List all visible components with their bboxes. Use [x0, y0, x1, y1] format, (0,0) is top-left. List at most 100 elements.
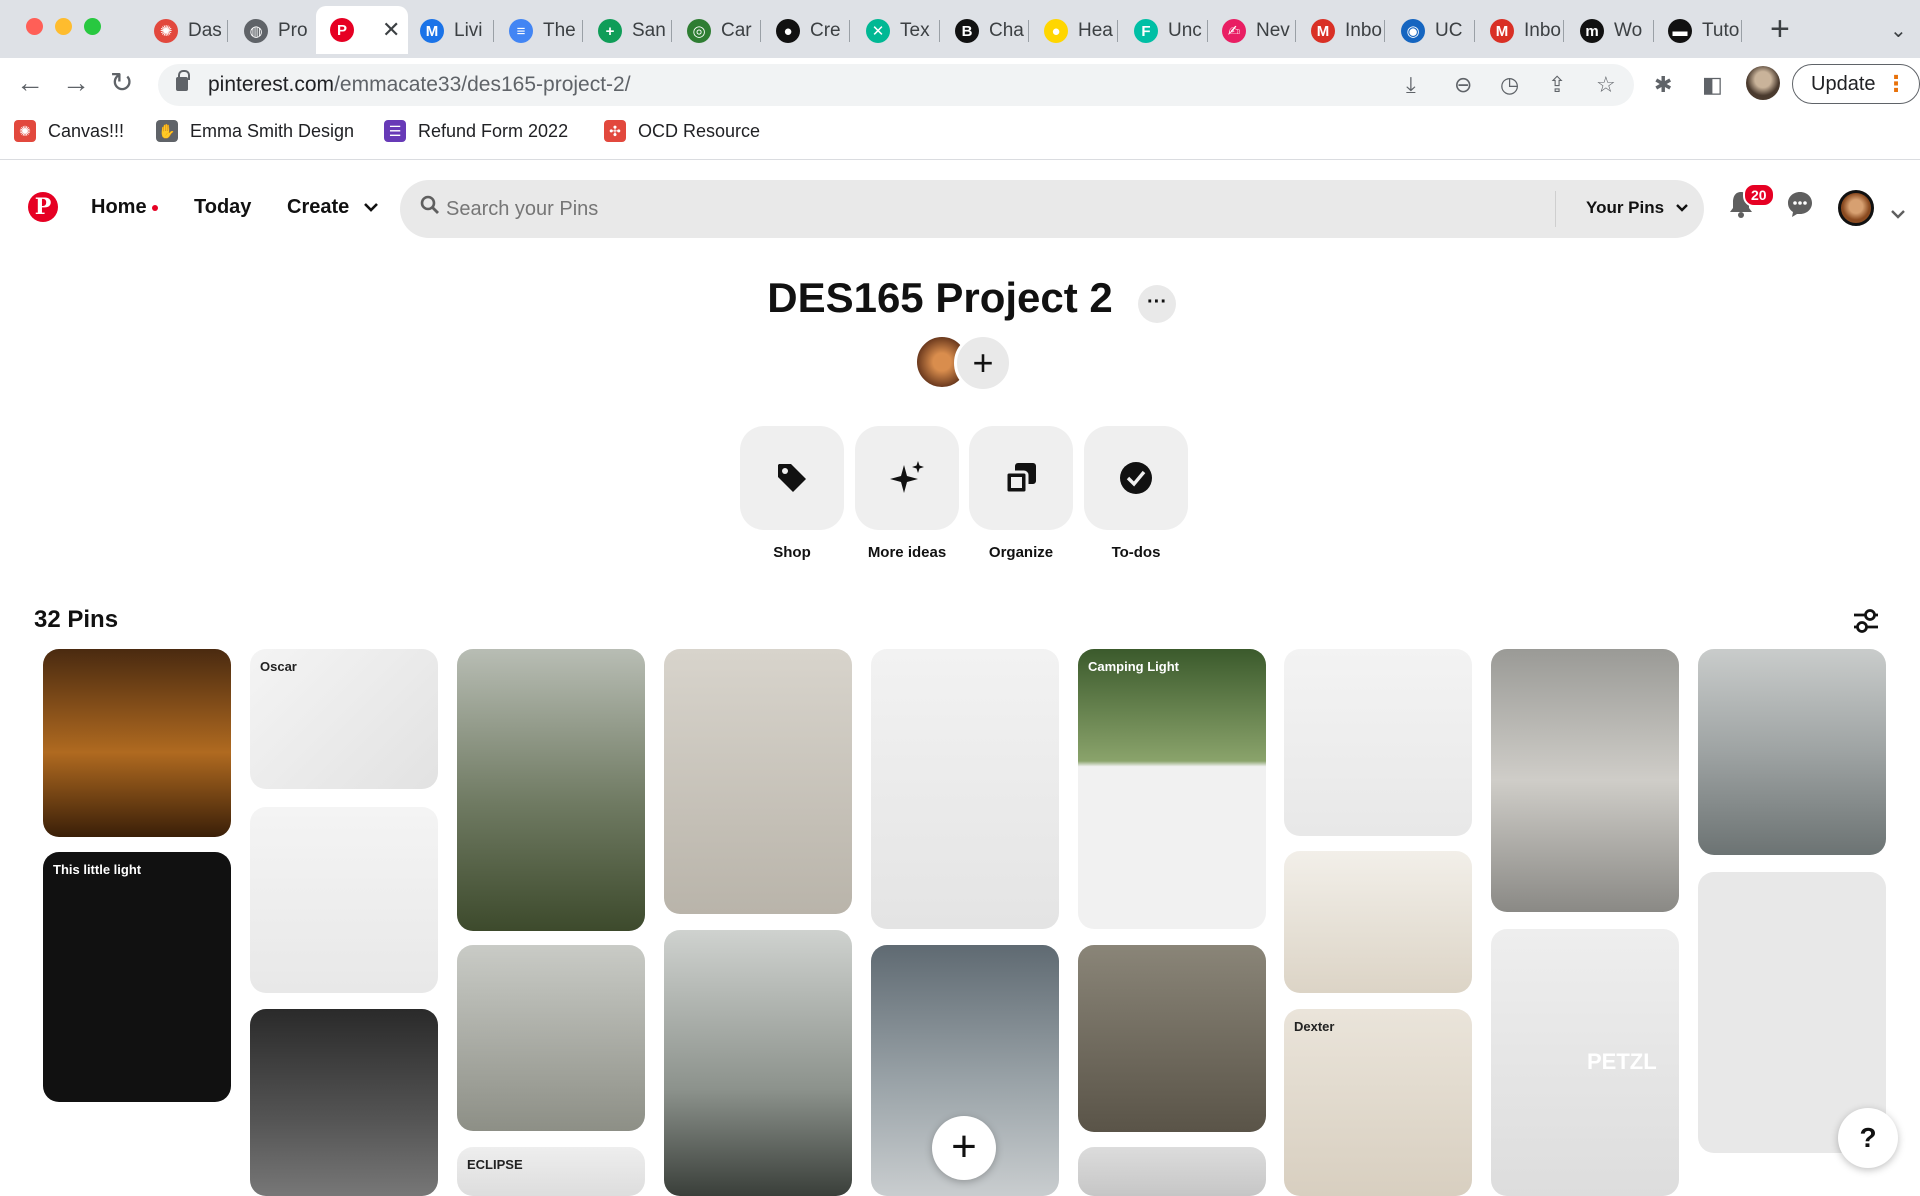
update-button[interactable]: Update ⋮ [1792, 64, 1920, 104]
pinterest-logo-icon[interactable]: P [28, 192, 58, 222]
side-panel-icon[interactable]: ◧ [1702, 72, 1723, 98]
tab-label: Cha [989, 20, 1024, 41]
zoom-icon[interactable]: ⊖ [1454, 72, 1472, 98]
browser-tab[interactable]: ◍ Pro [230, 10, 318, 52]
tab-label: Car [721, 20, 752, 41]
account-chevron-down-icon[interactable] [1890, 196, 1906, 227]
browser-tab[interactable]: ◉ UC [1387, 10, 1475, 52]
tab-favicon-icon: M [1311, 19, 1335, 43]
filter-sliders-icon[interactable] [1852, 608, 1880, 639]
bookmarks-bar: ✺ Canvas!!! ✋ Emma Smith Design ☰ Refund Form… [0, 110, 1920, 160]
browser-profile-avatar[interactable] [1746, 66, 1780, 100]
nav-home[interactable]: Home [91, 196, 158, 219]
hand-icon: ✋ [156, 120, 178, 142]
board-more-options-button[interactable]: ··· [1138, 285, 1176, 323]
pin-dexter-sled-sheet[interactable]: Dexter [1284, 1009, 1472, 1196]
pin-dome-glass-lamp[interactable] [250, 1009, 438, 1196]
pin-desk-lamp-partial[interactable] [1078, 945, 1266, 1132]
browser-tab[interactable]: ▬ Tuto [1654, 10, 1742, 52]
pin-green-glass-lamp[interactable] [250, 807, 438, 993]
pin-firefly-infographic[interactable]: This little light [43, 852, 231, 1102]
pin-collapsible-lantern-hand[interactable] [664, 930, 852, 1196]
browser-tab[interactable]: ● Cre [762, 10, 850, 52]
bookmark-item[interactable]: ✺ Canvas!!! [14, 120, 124, 142]
more-ideas-button[interactable]: More ideas [855, 426, 959, 561]
bookmark-item[interactable]: ✋ Emma Smith Design [156, 120, 354, 142]
nav-today[interactable]: Today [194, 196, 251, 219]
browser-tab[interactable]: ✍ Nev [1208, 10, 1296, 52]
browser-tab[interactable]: M Livi [406, 10, 494, 52]
tab-search-icon[interactable]: ⌄ [1890, 18, 1907, 43]
pin-lantern-hand-lake[interactable] [1698, 649, 1886, 855]
browser-tab[interactable]: m Wo [1566, 10, 1654, 52]
your-pins-dropdown[interactable]: Your Pins [1586, 198, 1689, 218]
messages-icon[interactable] [1786, 190, 1814, 225]
user-avatar[interactable] [1838, 190, 1874, 226]
browser-tab[interactable]: ◎ Car [673, 10, 761, 52]
tab-close-icon[interactable]: ✕ [382, 17, 400, 43]
extensions-puzzle-icon[interactable]: ✱ [1654, 72, 1672, 98]
back-arrow-icon[interactable]: ← [16, 68, 44, 98]
tab-label: Cre [810, 20, 841, 41]
help-button[interactable]: ? [1838, 1108, 1898, 1168]
pin-camping-light[interactable]: Camping Light [1078, 649, 1266, 929]
pin-mushroom-table-lamp[interactable] [1078, 1147, 1266, 1196]
minimize-window-button[interactable] [55, 18, 72, 35]
pin-glowing-egg-lamp[interactable] [43, 649, 231, 837]
tab-separator [939, 20, 940, 42]
share-icon[interactable]: ⇪ [1548, 72, 1566, 98]
add-pin-plus-button[interactable]: + [932, 1116, 996, 1180]
pin-eclipse-lamp-board[interactable]: ECLIPSE [457, 1147, 645, 1196]
browser-tab[interactable]: ● Hea [1030, 10, 1118, 52]
browser-tab[interactable]: M Inbo [1476, 10, 1564, 52]
pin-red-clip-table[interactable] [664, 649, 852, 914]
add-collaborator-button[interactable]: + [954, 334, 1012, 392]
pin-hanging-lantern[interactable] [871, 649, 1059, 929]
shop-label: Shop [773, 544, 811, 561]
todos-button[interactable]: To-dos [1084, 426, 1188, 561]
tab-label: UC [1435, 20, 1463, 41]
nav-create[interactable]: Create [287, 196, 379, 219]
search-icon [420, 195, 440, 221]
performance-icon[interactable]: ◷ [1500, 72, 1519, 98]
new-tab-button[interactable]: + [1770, 12, 1790, 46]
browser-tab[interactable]: M Inbo [1297, 10, 1385, 52]
pin-hand-held-lantern-forest[interactable] [457, 649, 645, 931]
browser-tab[interactable]: ✕ Tex [852, 10, 940, 52]
pin-edison-bulb-wood-lamp[interactable] [1284, 649, 1472, 836]
pin-text: PETZL [1587, 1049, 1657, 1074]
browser-toolbar: ← → ↻ pinterest.com/emmacate33/des165-pr… [0, 58, 1920, 110]
reload-icon[interactable]: ↻ [110, 68, 133, 98]
browser-tab[interactable]: ≡ The [495, 10, 583, 52]
browser-tab[interactable]: F Unc [1120, 10, 1208, 52]
install-app-icon[interactable]: ⤓ [1406, 72, 1416, 98]
organize-button[interactable]: Organize [969, 426, 1073, 561]
pin-petzl-lantern[interactable]: PETZL [1491, 929, 1679, 1196]
bookmark-star-icon[interactable]: ☆ [1596, 72, 1616, 98]
pin-lamp-sketches-desk[interactable] [1491, 649, 1679, 912]
url-text[interactable]: pinterest.com/emmacate33/des165-project-… [208, 73, 631, 97]
search-input[interactable] [446, 193, 1496, 225]
todos-icon-box [1084, 426, 1188, 530]
browser-tab[interactable]: B Cha [941, 10, 1029, 52]
close-window-button[interactable] [26, 18, 43, 35]
url-path: /emmacate33/des165-project-2/ [334, 73, 631, 96]
bookmark-item[interactable]: ☰ Refund Form 2022 [384, 120, 568, 142]
canvas-icon: ✺ [14, 120, 36, 142]
pin-oscar-lamp-sheet[interactable]: Oscar [250, 649, 438, 789]
address-bar[interactable]: pinterest.com/emmacate33/des165-project-… [158, 64, 1634, 106]
browser-tab[interactable]: P ✕ [316, 6, 408, 54]
search-bar: Your Pins [400, 180, 1704, 238]
shop-button[interactable]: Shop [740, 426, 844, 561]
browser-tab[interactable]: + San [584, 10, 672, 52]
tab-separator [227, 20, 228, 42]
bookmark-item[interactable]: ✣ OCD Resource [604, 120, 760, 142]
browser-tab[interactable]: ✺ Das [140, 10, 228, 52]
pin-lamp-on-side-table[interactable] [457, 945, 645, 1131]
pin-window-globe-lamp[interactable] [1284, 851, 1472, 993]
maximize-window-button[interactable] [84, 18, 101, 35]
tab-label: Tuto [1702, 20, 1740, 41]
forward-arrow-icon[interactable]: → [62, 68, 90, 98]
update-label: Update [1811, 73, 1876, 95]
browser-menu-icon[interactable]: ⋮ [1885, 71, 1907, 97]
